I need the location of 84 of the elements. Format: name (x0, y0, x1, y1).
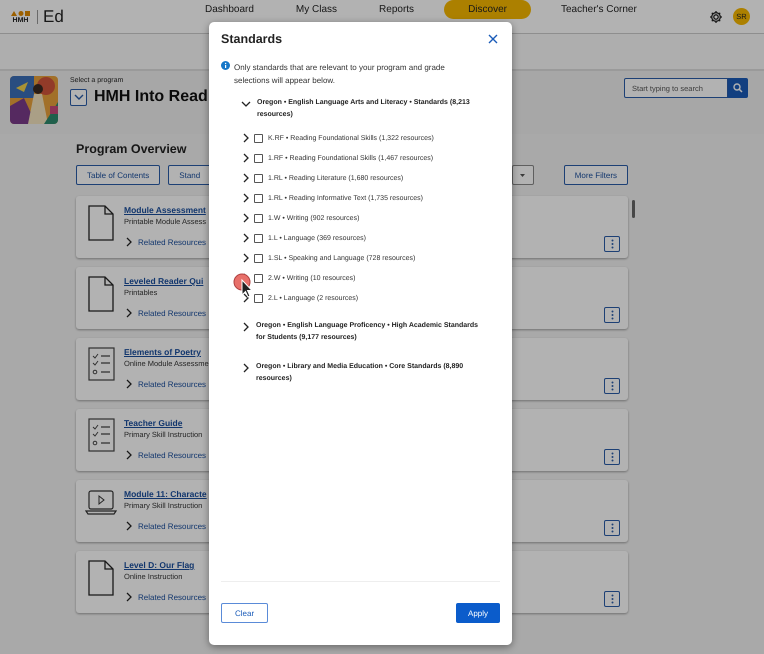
close-icon (488, 34, 498, 44)
more-options-button[interactable] (604, 378, 620, 394)
nav-tab[interactable]: Discover (444, 0, 531, 19)
checkbox[interactable] (254, 234, 263, 242)
chevron-right-icon (124, 237, 133, 247)
resource-title-link[interactable]: Module Assessment (124, 205, 206, 215)
chevron-right-icon[interactable] (241, 173, 250, 183)
resource-title-link[interactable]: Level D: Our Flag (124, 560, 206, 570)
resource-title-link[interactable]: Module 11: Characte (124, 489, 207, 499)
pdf-file-icon (88, 560, 114, 596)
pdf-file-icon (88, 276, 114, 312)
kebab-icon (610, 239, 614, 249)
checkbox[interactable] (254, 134, 263, 142)
resource-title-link[interactable]: Leveled Reader Qui (124, 276, 206, 286)
related-resources-link[interactable]: Related Resources (124, 521, 207, 531)
resource-title-link[interactable]: Elements of Poetry (124, 347, 209, 357)
logo-shapes-icon (10, 10, 31, 16)
program-name: HMH Into Read (94, 88, 208, 106)
chevron-right-icon[interactable] (241, 322, 250, 332)
nav-tab[interactable]: Teacher's Corner (548, 0, 649, 19)
kebab-icon (610, 381, 614, 391)
related-resources-link[interactable]: Related Resources (124, 450, 206, 460)
dialog-title: Standards (221, 32, 282, 46)
pdf-file-icon (88, 205, 114, 241)
chevron-right-icon (124, 521, 133, 531)
nav-tab[interactable]: My Class (284, 0, 350, 19)
chevron-down-icon[interactable] (241, 99, 251, 109)
more-filters-button[interactable]: More Filters (564, 165, 628, 185)
chevron-right-icon (124, 308, 133, 318)
checkbox[interactable] (254, 174, 263, 182)
kebab-icon (610, 594, 614, 604)
kebab-icon (610, 523, 614, 533)
chevron-right-icon[interactable] (241, 253, 250, 263)
related-resources-link[interactable]: Related Resources (124, 592, 206, 602)
checkbox[interactable] (254, 254, 263, 262)
related-resources-link[interactable]: Related Resources (124, 237, 206, 247)
chevron-right-icon (124, 450, 133, 460)
related-resources-link[interactable]: Related Resources (124, 379, 209, 389)
filter-button[interactable]: Table of Contents (76, 165, 160, 185)
laptop-video-icon (85, 489, 117, 515)
more-options-button[interactable] (604, 449, 620, 465)
related-resources-link[interactable]: Related Resources (124, 308, 206, 318)
section-title: Program Overview (76, 142, 186, 156)
more-options-button[interactable] (604, 591, 620, 607)
checkbox[interactable] (254, 274, 263, 282)
info-icon (221, 61, 230, 70)
resource-title-link[interactable]: Teacher Guide (124, 418, 206, 428)
checklist-icon (88, 347, 114, 381)
chevron-right-icon[interactable] (241, 193, 250, 203)
chevron-right-icon[interactable] (241, 133, 250, 143)
close-button[interactable] (486, 32, 500, 46)
clear-button[interactable]: Clear (221, 603, 268, 623)
app-name: Ed (43, 6, 65, 26)
checkbox[interactable] (254, 154, 263, 162)
chevron-down-icon (74, 94, 84, 100)
settings-icon[interactable] (709, 10, 723, 24)
chevron-right-icon[interactable] (241, 153, 250, 163)
filter-dropdown[interactable] (512, 165, 534, 185)
chevron-right-icon (124, 592, 133, 602)
more-options-button[interactable] (604, 520, 620, 536)
checkbox[interactable] (254, 194, 263, 202)
info-message: Only standards that are relevant to your program and grade selections will appear below. (234, 62, 446, 87)
kebab-icon (610, 452, 614, 462)
search-button[interactable] (728, 78, 748, 98)
filter-button[interactable]: Stand (168, 165, 212, 185)
chevron-right-icon[interactable] (241, 233, 250, 243)
checklist-icon (88, 418, 114, 452)
scrollbar-thumb[interactable] (632, 200, 635, 218)
program-dropdown-button[interactable] (70, 88, 87, 106)
chevron-right-icon[interactable] (241, 363, 250, 373)
search-icon (733, 83, 743, 93)
apply-button[interactable]: Apply (456, 603, 500, 623)
caret-icon (520, 174, 526, 176)
checkbox[interactable] (254, 214, 263, 222)
more-options-button[interactable] (604, 307, 620, 323)
mouse-cursor-icon (233, 273, 253, 298)
nav-tab[interactable]: Dashboard (193, 0, 266, 19)
chevron-right-icon[interactable] (241, 293, 250, 303)
chevron-right-icon[interactable] (241, 213, 250, 223)
checkbox[interactable] (254, 294, 263, 302)
chevron-right-icon (124, 379, 133, 389)
nav-tab[interactable]: Reports (367, 0, 426, 19)
kebab-icon (610, 310, 614, 320)
more-options-button[interactable] (604, 236, 620, 252)
